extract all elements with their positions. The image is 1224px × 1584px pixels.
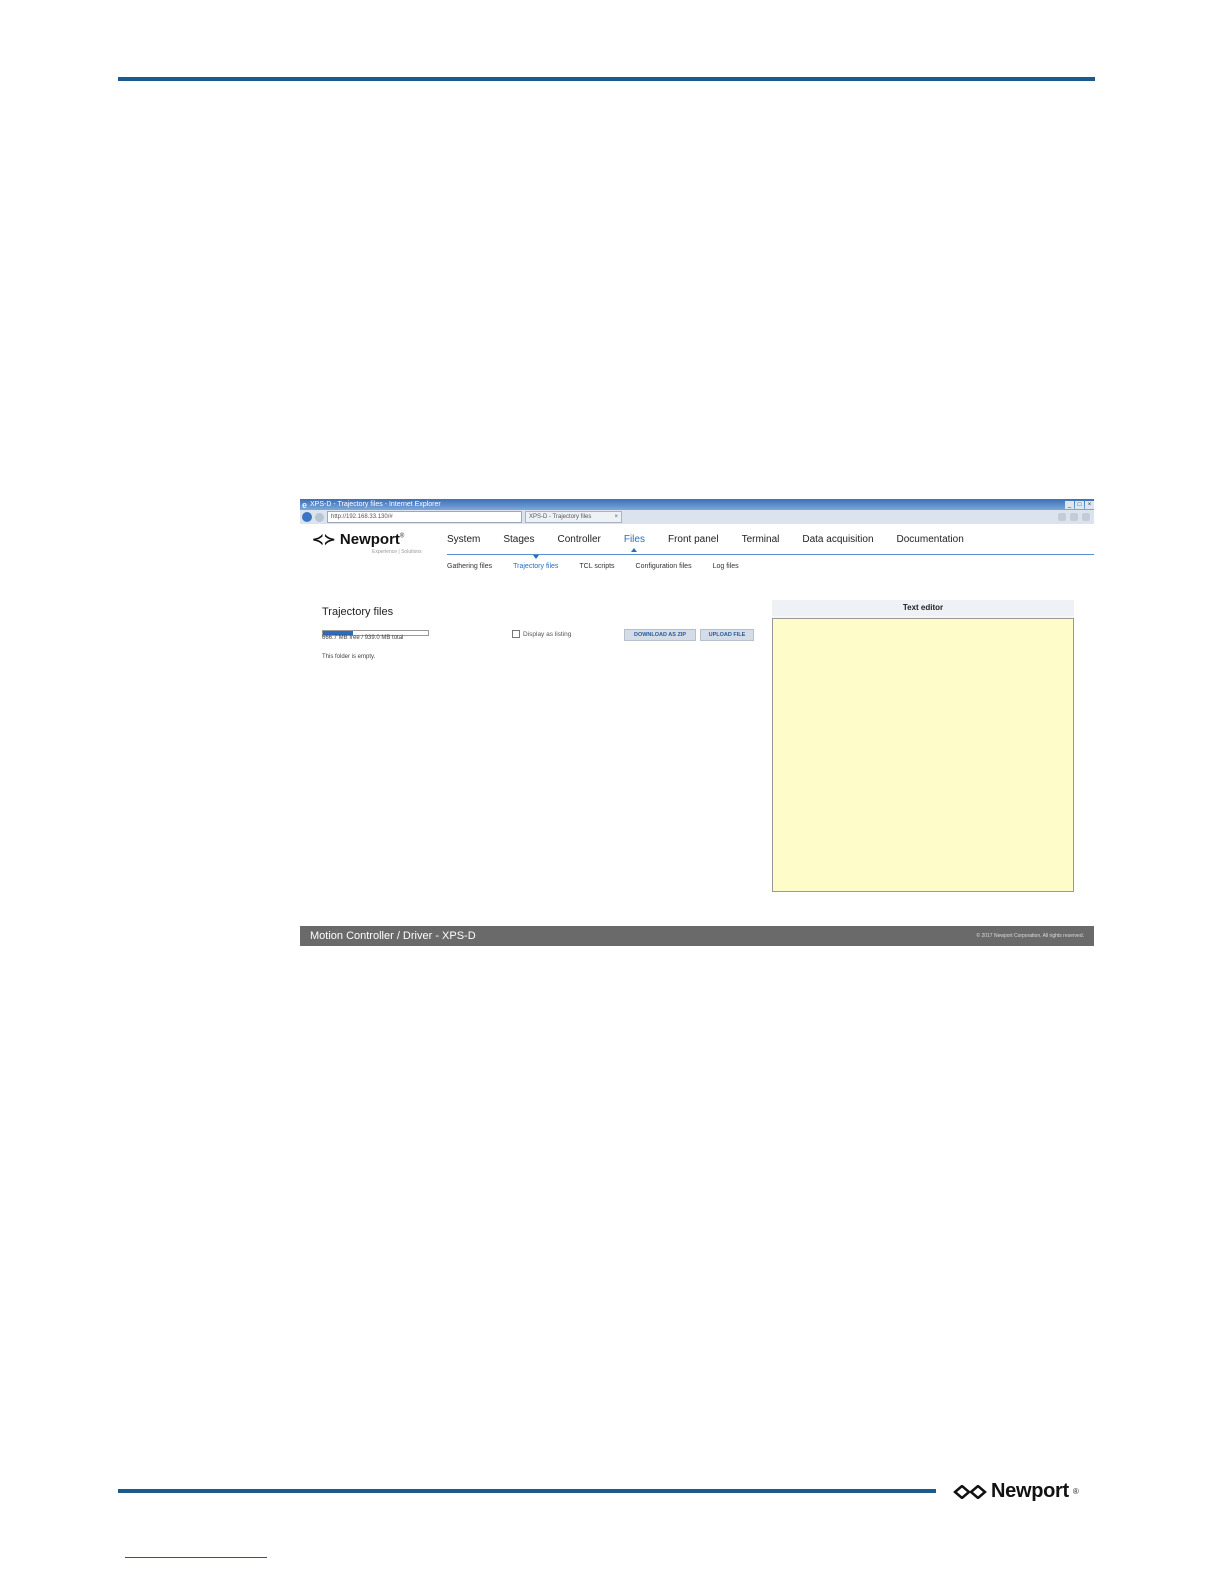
window-controls: _ □ × bbox=[1065, 500, 1094, 509]
upload-file-button[interactable]: UPLOAD FILE bbox=[700, 629, 754, 641]
text-editor-panel: Text editor bbox=[772, 600, 1074, 892]
browser-address-bar: http://192.168.33.130/# XPS-D - Trajecto… bbox=[300, 510, 1094, 524]
text-editor-toolbar: Text editor bbox=[772, 600, 1074, 616]
page-footer-logo-text: Newport bbox=[991, 1480, 1069, 1502]
tab-close-icon[interactable]: × bbox=[614, 514, 621, 520]
display-listing-toggle[interactable]: Display as listing bbox=[512, 630, 571, 638]
subnav-tcl-scripts[interactable]: TCL scripts bbox=[579, 563, 614, 570]
logo-reg: ® bbox=[399, 533, 405, 540]
window-title: XPS-D - Trajectory files - Internet Expl… bbox=[310, 501, 441, 508]
footer-product: Motion Controller / Driver - XPS-D bbox=[310, 930, 476, 942]
nav-terminal[interactable]: Terminal bbox=[742, 534, 780, 545]
logo-tagline: Experience | Solutions bbox=[372, 549, 422, 555]
nav-documentation[interactable]: Documentation bbox=[897, 534, 964, 545]
browser-tools bbox=[1058, 513, 1094, 521]
browser-screenshot: e XPS-D - Trajectory files - Internet Ex… bbox=[300, 499, 1094, 946]
close-window-button[interactable]: × bbox=[1085, 500, 1094, 509]
ie-icon: e bbox=[302, 499, 308, 510]
maximize-button[interactable]: □ bbox=[1075, 500, 1084, 509]
nav-stages[interactable]: Stages bbox=[503, 534, 534, 545]
display-listing-label: Display as listing bbox=[523, 630, 572, 638]
newport-logo-text: Newport bbox=[339, 531, 400, 548]
display-listing-checkbox[interactable] bbox=[512, 630, 520, 638]
url-text: http://192.168.33.130/# bbox=[331, 514, 393, 520]
page-title: Trajectory files bbox=[322, 606, 394, 618]
subnav-gathering-files[interactable]: Gathering files bbox=[447, 563, 492, 570]
gear-icon[interactable] bbox=[1082, 513, 1090, 521]
back-icon[interactable] bbox=[302, 512, 312, 522]
text-editor-title: Text editor bbox=[902, 603, 944, 612]
url-input[interactable]: http://192.168.33.130/# bbox=[327, 511, 522, 523]
minimize-button[interactable]: _ bbox=[1065, 500, 1074, 509]
page-footer-logo: Newport ® bbox=[953, 1480, 1079, 1503]
nav-system[interactable]: System bbox=[447, 534, 480, 545]
top-rule bbox=[118, 77, 1095, 81]
main-nav: System Stages Controller Files Front pan… bbox=[447, 534, 987, 552]
subnav-log-files[interactable]: Log files bbox=[713, 563, 739, 570]
bottom-rule bbox=[118, 1489, 936, 1493]
download-zip-button[interactable]: DOWNLOAD AS ZIP bbox=[624, 629, 696, 641]
newport-logo[interactable]: ≺≻ Newport® Experience | Solutions bbox=[312, 531, 422, 555]
nav-front-panel[interactable]: Front panel bbox=[668, 534, 719, 545]
newport-logo-mark: ≺≻ bbox=[312, 531, 336, 547]
newport-mark-icon bbox=[953, 1484, 987, 1499]
page-footer-logo-reg: ® bbox=[1072, 1487, 1079, 1496]
subnav-trajectory-files[interactable]: Trajectory files bbox=[513, 555, 558, 570]
subnav-configuration-files[interactable]: Configuration files bbox=[636, 563, 692, 570]
home-icon[interactable] bbox=[1058, 513, 1066, 521]
nav-data-acquisition[interactable]: Data acquisition bbox=[802, 534, 873, 545]
forward-icon[interactable] bbox=[315, 512, 324, 522]
empty-folder-message: This folder is empty. bbox=[322, 654, 376, 660]
tab-title: XPS-D - Trajectory files bbox=[529, 514, 592, 520]
favorites-icon[interactable] bbox=[1070, 513, 1078, 521]
app-footer: Motion Controller / Driver - XPS-D © 201… bbox=[300, 926, 1094, 946]
nav-controller[interactable]: Controller bbox=[557, 534, 600, 545]
footer-copyright: © 2017 Newport Corporation. All rights r… bbox=[976, 933, 1084, 939]
nav-divider bbox=[447, 554, 1094, 555]
text-editor-area[interactable] bbox=[772, 618, 1074, 892]
browser-tab[interactable]: XPS-D - Trajectory files × bbox=[525, 511, 622, 523]
sub-nav: Gathering files Trajectory files TCL scr… bbox=[447, 555, 760, 570]
disk-usage-text: 666.7 MB free / 939.0 MB total bbox=[322, 635, 404, 641]
bottom-link-underline[interactable] bbox=[125, 1557, 267, 1558]
app-header: ≺≻ Newport® Experience | Solutions Syste… bbox=[300, 524, 1094, 566]
browser-title-bar: e XPS-D - Trajectory files - Internet Ex… bbox=[300, 499, 1094, 510]
nav-files[interactable]: Files bbox=[624, 534, 645, 552]
